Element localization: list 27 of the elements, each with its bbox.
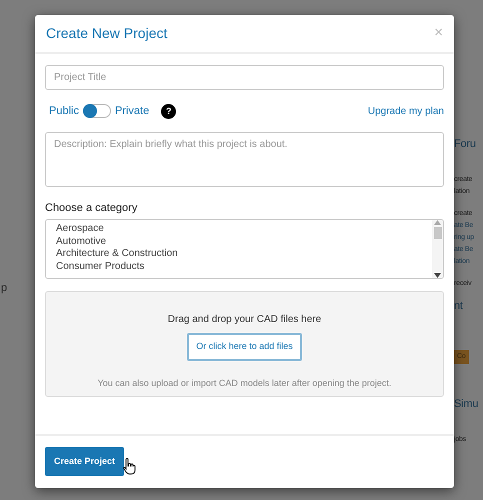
- category-listbox[interactable]: Aerospace Automotive Architecture & Construction Consumer Products: [45, 219, 444, 279]
- scroll-thumb[interactable]: [434, 227, 442, 239]
- public-label: Public: [49, 104, 79, 119]
- hand-cursor-icon: [123, 458, 136, 474]
- category-option[interactable]: Aerospace: [56, 223, 422, 236]
- background-heading: Simu: [454, 397, 480, 412]
- dropzone-note: You can also upload or import CAD models later after opening the project.: [98, 376, 392, 390]
- background-heading: nt: [454, 299, 464, 314]
- scrollbar[interactable]: [432, 220, 443, 278]
- project-title-field[interactable]: Project Title: [45, 65, 444, 90]
- modal-title: Create New Project: [46, 25, 168, 42]
- category-label: Choose a category: [45, 200, 138, 216]
- description-field[interactable]: Description: Explain briefly what this project is about.: [45, 132, 444, 186]
- upgrade-link[interactable]: Upgrade my plan: [368, 104, 444, 119]
- add-files-button[interactable]: Or click here to add files: [187, 333, 302, 360]
- visibility-toggle[interactable]: [82, 104, 111, 118]
- private-label: Private: [114, 104, 150, 119]
- background-heading: Foru: [454, 137, 477, 152]
- category-option[interactable]: Consumer Products: [56, 260, 422, 273]
- category-option[interactable]: Automotive: [56, 236, 422, 248]
- create-project-button[interactable]: Create Project: [45, 446, 124, 476]
- scroll-down-icon[interactable]: [434, 273, 441, 278]
- category-option[interactable]: Architecture & Construction: [56, 248, 422, 260]
- file-dropzone[interactable]: Drag and drop your CAD files here Or click here to add files You can also upload or import CAD models later after opening the project.: [45, 291, 444, 397]
- background-text: p: [1, 282, 8, 294]
- help-icon[interactable]: ?: [161, 104, 176, 119]
- dropzone-heading: Drag and drop your CAD files here: [168, 313, 322, 327]
